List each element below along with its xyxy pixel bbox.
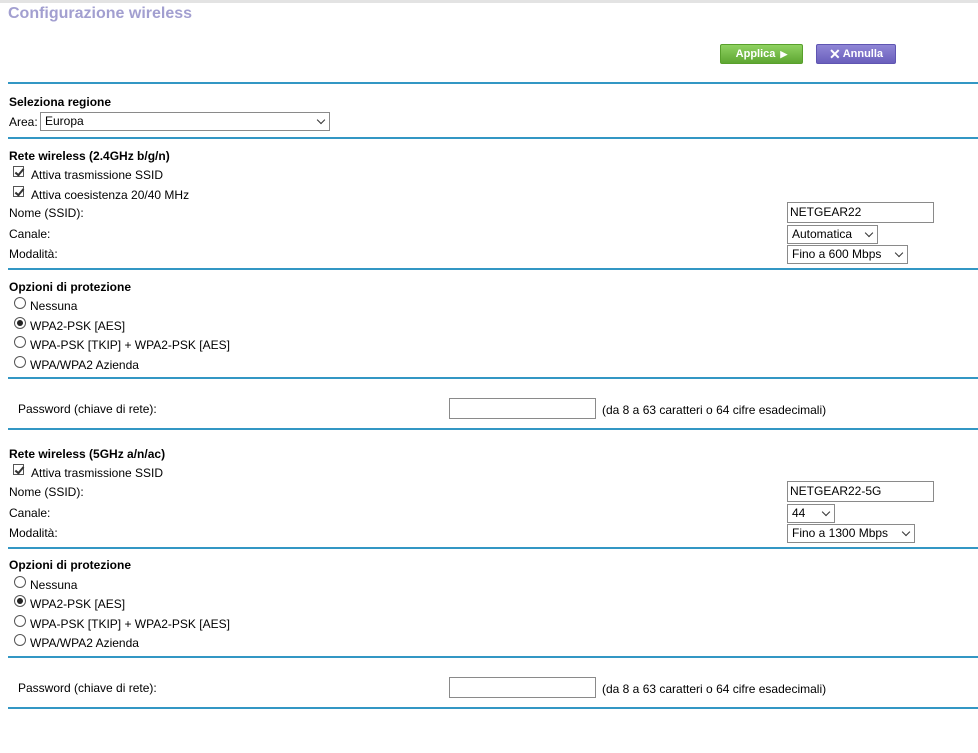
wifi24-password-label: Password (chiave di rete): [18, 402, 157, 416]
wifi5-mode-label: Modalità: [9, 526, 58, 540]
wifi5-ssid-broadcast-label: Attiva trasmissione SSID [31, 466, 164, 480]
play-arrow-icon: ▶ [780, 48, 788, 59]
wifi24-channel-select[interactable]: Automatica [787, 225, 878, 244]
divider [8, 82, 978, 84]
wifi24-security-radio-wpa2[interactable] [14, 317, 26, 329]
wifi5-security-radio-none[interactable] [14, 576, 26, 588]
wifi24-security-option-wpa2: WPA2-PSK [AES] [30, 319, 126, 333]
apply-button[interactable]: Applica ▶ [720, 44, 803, 64]
divider [8, 428, 978, 430]
wifi5-channel-value: 44 [792, 506, 806, 520]
wifi5-channel-label: Canale: [9, 506, 51, 520]
apply-label: Applica [735, 48, 776, 60]
divider [8, 707, 978, 709]
wifi24-password-hint: (da 8 a 63 caratteri o 64 cifre esadecim… [602, 403, 827, 417]
divider [8, 547, 978, 549]
wifi24-ssid-broadcast-label: Attiva trasmissione SSID [31, 168, 164, 182]
divider [8, 656, 978, 658]
area-value: Europa [45, 114, 84, 128]
chevron-down-icon [821, 507, 831, 517]
wifi5-ssid-broadcast-checkbox[interactable] [13, 464, 24, 475]
chevron-down-icon [864, 228, 874, 238]
wifi24-channel-label: Canale: [9, 227, 51, 241]
wifi24-security-option-mixed: WPA-PSK [TKIP] + WPA2-PSK [AES] [30, 338, 230, 352]
wifi24-security-radio-mixed[interactable] [14, 336, 26, 348]
area-label: Area: [9, 115, 38, 129]
wifi5-security-option-mixed: WPA-PSK [TKIP] + WPA2-PSK [AES] [30, 617, 230, 631]
wifi5-password-hint: (da 8 a 63 caratteri o 64 cifre esadecim… [602, 682, 827, 696]
wifi24-ssid-broadcast-checkbox[interactable] [13, 166, 24, 177]
page-title: Configurazione wireless [8, 5, 193, 22]
wifi24-ssid-input[interactable]: NETGEAR22 [787, 202, 934, 223]
chevron-down-icon [901, 527, 911, 537]
wifi24-security-radio-none[interactable] [14, 297, 26, 309]
wifi5-security-radio-enterprise[interactable] [14, 634, 26, 646]
wifi5-security-option-none: Nessuna [30, 578, 78, 592]
wifi5-security-heading: Opzioni di protezione [9, 558, 131, 572]
wifi5-channel-select[interactable]: 44 [787, 504, 835, 523]
wifi5-security-radio-wpa2[interactable] [14, 595, 26, 607]
wifi5-password-label: Password (chiave di rete): [18, 681, 157, 695]
area-select[interactable]: Europa [40, 112, 330, 131]
wifi24-security-option-enterprise: WPA/WPA2 Azienda [30, 358, 139, 372]
chevron-down-icon [316, 115, 326, 125]
wifi5-security-option-enterprise: WPA/WPA2 Azienda [30, 636, 139, 650]
wifi24-password-input[interactable] [449, 398, 596, 419]
wifi24-mode-value: Fino a 600 Mbps [792, 247, 882, 261]
chevron-down-icon [894, 248, 904, 258]
wifi5-security-radio-mixed[interactable] [14, 615, 26, 627]
top-border [0, 0, 978, 3]
wifi24-heading: Rete wireless (2.4GHz b/g/n) [9, 149, 170, 163]
wifi24-security-radio-enterprise[interactable] [14, 356, 26, 368]
cancel-button[interactable]: ✕ Annulla [816, 44, 896, 64]
region-heading: Seleziona regione [9, 95, 112, 109]
wifi24-mode-select[interactable]: Fino a 600 Mbps [787, 245, 908, 264]
cancel-label: Annulla [842, 48, 884, 60]
wifi24-ssid-label: Nome (SSID): [9, 206, 84, 220]
divider [8, 377, 978, 379]
close-icon: ✕ [828, 46, 841, 62]
wifi5-mode-select[interactable]: Fino a 1300 Mbps [787, 524, 915, 543]
wifi24-mode-label: Modalità: [9, 247, 58, 261]
wifi24-coexistence-checkbox[interactable] [13, 186, 24, 197]
wifi5-ssid-label: Nome (SSID): [9, 485, 84, 499]
wifi24-channel-value: Automatica [792, 227, 853, 241]
wifi5-security-option-wpa2: WPA2-PSK [AES] [30, 597, 126, 611]
wifi24-coexistence-label: Attiva coesistenza 20/40 MHz [31, 188, 190, 202]
wifi24-security-heading: Opzioni di protezione [9, 280, 131, 294]
wifi5-heading: Rete wireless (5GHz a/n/ac) [9, 447, 166, 461]
wifi5-mode-value: Fino a 1300 Mbps [792, 526, 889, 540]
divider [8, 137, 978, 139]
wifi24-security-option-none: Nessuna [30, 299, 78, 313]
wifi5-ssid-input[interactable]: NETGEAR22-5G [787, 481, 934, 502]
divider [8, 268, 978, 270]
wifi5-password-input[interactable] [449, 677, 596, 698]
